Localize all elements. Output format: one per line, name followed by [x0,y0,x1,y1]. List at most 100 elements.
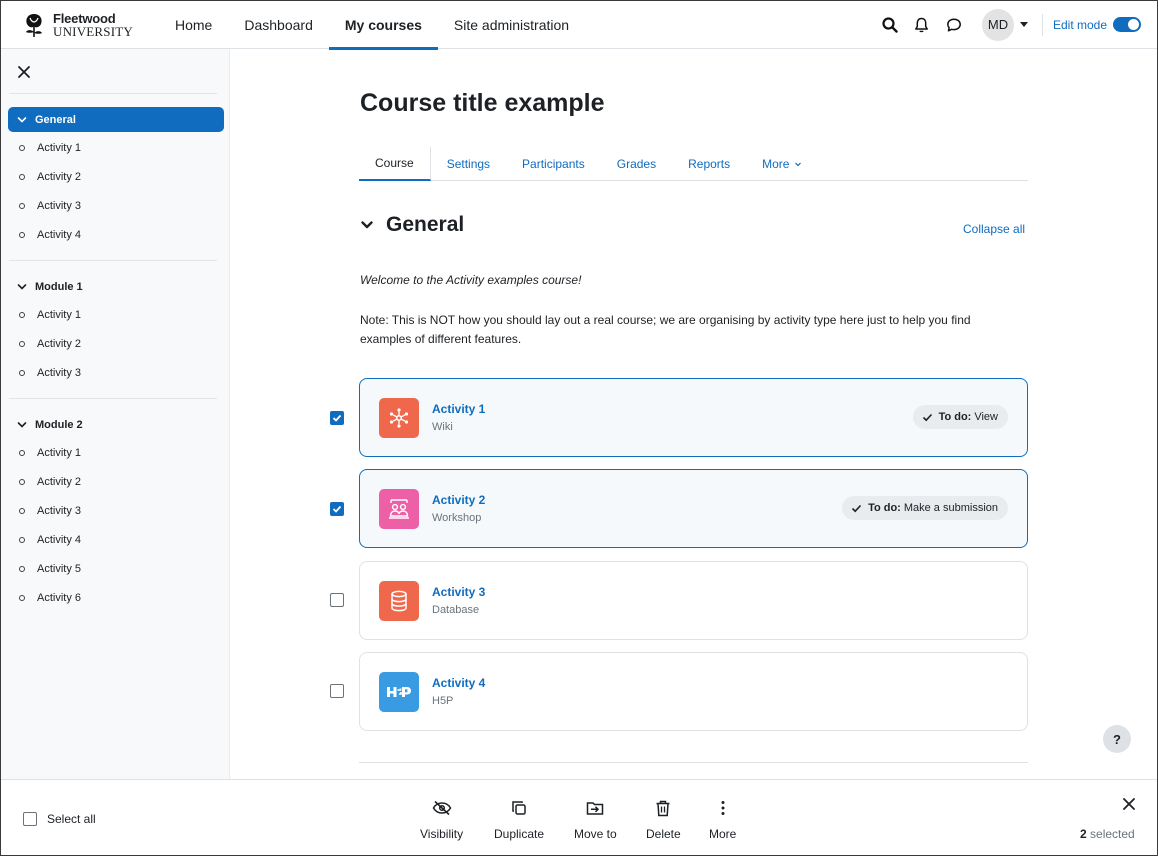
avatar: MD [981,8,1014,41]
drawer-activity-item[interactable]: Activity 3 [19,200,81,212]
visibility-label: Visibility [420,827,464,841]
close-icon [18,66,30,78]
database-icon [379,581,419,621]
activity-checkbox[interactable] [330,502,344,516]
section-divider [359,762,1028,763]
activity-name[interactable]: Activity 1 [432,402,485,416]
nav-site-administration[interactable]: Site administration [438,1,585,49]
university-logo[interactable]: Fleetwood UNIVERSITY [21,11,149,39]
course-intro: Welcome to the Activity examples course! [360,273,582,287]
nav-dashboard[interactable]: Dashboard [228,1,329,49]
activity-checkbox[interactable] [330,684,344,698]
nav-my-courses[interactable]: My courses [328,1,438,50]
close-bulk-edit-button[interactable] [1119,794,1139,814]
drawer-divider [9,398,217,399]
chevron-down-icon [17,116,27,123]
check-icon [332,505,342,513]
bell-icon[interactable] [906,9,938,41]
drawer-activity-label: Activity 3 [37,200,82,212]
drawer-activity-label: Activity 2 [37,476,82,488]
drawer-activity-item[interactable]: Activity 6 [19,592,81,604]
activity-card[interactable]: Activity 1 Wiki To do: View [359,378,1028,457]
bulk-edit-toolbar: Select all Visibility Duplicate Move to … [1,779,1157,855]
drawer-activity-item[interactable]: Activity 2 [19,171,81,183]
activity-card[interactable]: Activity 2 Workshop To do: Make a submis… [359,469,1028,548]
activity-checkbox[interactable] [330,411,344,425]
chevron-down-icon [1019,22,1028,27]
drawer-activity-item[interactable]: Activity 2 [19,338,81,350]
drawer-activity-label: Activity 6 [37,592,82,604]
nav-home[interactable]: Home [159,1,228,49]
drawer-activity-label: Activity 2 [37,171,82,183]
drawer-section-title: Module 2 [35,418,83,431]
more-actions-button[interactable]: More [709,798,736,841]
drawer-activity-item[interactable]: Activity 4 [19,229,81,241]
drawer-section-title: Module 1 [35,280,83,293]
activity-card[interactable]: Activity 4 H5P [359,652,1028,731]
duplicate-button[interactable]: Duplicate [494,798,544,841]
wiki-icon [379,398,419,438]
activity-name[interactable]: Activity 4 [432,676,485,690]
search-icon[interactable] [874,9,906,41]
drawer-activity-label: Activity 1 [37,309,82,321]
drawer-activity-item[interactable]: Activity 1 [19,142,81,154]
kebab-menu-icon [721,798,725,818]
messages-icon[interactable] [938,9,970,41]
more-label: More [709,827,737,841]
circle-icon [19,232,25,238]
drawer-activity-item[interactable]: Activity 1 [19,447,81,459]
todo-text: Make a submission [903,502,998,514]
course-tabs: Course Settings Participants Grades Repo… [359,147,1028,181]
trash-icon [655,798,671,818]
close-drawer-button[interactable] [13,61,35,83]
tab-settings[interactable]: Settings [431,147,506,180]
section-header-general[interactable]: General [360,213,464,237]
activity-card[interactable]: Activity 3 Database [359,561,1028,640]
activity-type: Database [432,604,480,616]
activity-checkbox[interactable] [330,593,344,607]
drawer-activity-item[interactable]: Activity 1 [19,309,81,321]
circle-icon [19,508,25,514]
drawer-activity-item[interactable]: Activity 3 [19,505,81,517]
drawer-section-module-1[interactable]: Module 1 [8,274,224,299]
help-button[interactable]: ? [1103,725,1131,753]
move-to-button[interactable]: Move to [574,798,617,841]
visibility-button[interactable]: Visibility [420,798,463,841]
tab-grades[interactable]: Grades [601,147,672,180]
circle-icon [19,370,25,376]
tab-reports[interactable]: Reports [672,147,746,180]
user-menu[interactable]: MD [981,8,1028,41]
drawer-section-module-2[interactable]: Module 2 [8,412,224,437]
h5p-icon [379,672,419,712]
drawer-activity-label: Activity 4 [37,534,82,546]
activity-name[interactable]: Activity 3 [432,585,485,599]
completion-badge: To do: Make a submission [842,496,1008,520]
duplicate-label: Duplicate [494,827,545,841]
circle-icon [19,145,25,151]
select-all-checkbox[interactable]: Select all [23,812,96,826]
tab-more[interactable]: More [746,147,819,180]
drawer-activity-item[interactable]: Activity 4 [19,534,81,546]
activity-name[interactable]: Activity 2 [432,493,485,507]
tab-participants[interactable]: Participants [506,147,601,180]
main-content: Course title example Course Settings Par… [231,49,1157,779]
tab-course[interactable]: Course [359,147,431,181]
chevron-down-icon [17,283,27,290]
drawer-activity-item[interactable]: Activity 2 [19,476,81,488]
tab-more-label: More [762,156,790,171]
chevron-down-icon [17,421,27,428]
collapse-all-link[interactable]: Collapse all [963,222,1025,236]
delete-button[interactable]: Delete [646,798,681,841]
toggle-switch[interactable] [1113,17,1141,32]
check-icon [851,504,862,512]
circle-icon [19,341,25,347]
checkbox[interactable] [23,812,37,826]
drawer-activity-item[interactable]: Activity 3 [19,367,81,379]
edit-mode-toggle[interactable]: Edit mode [1053,17,1141,32]
navbar-divider [1041,13,1043,36]
edit-mode-label: Edit mode [1052,17,1107,32]
drawer-activity-item[interactable]: Activity 5 [19,563,81,575]
drawer-section-title: General [35,113,76,126]
top-navbar: Fleetwood UNIVERSITY Home Dashboard My c… [1,1,1157,50]
drawer-section-general[interactable]: General [8,107,224,132]
